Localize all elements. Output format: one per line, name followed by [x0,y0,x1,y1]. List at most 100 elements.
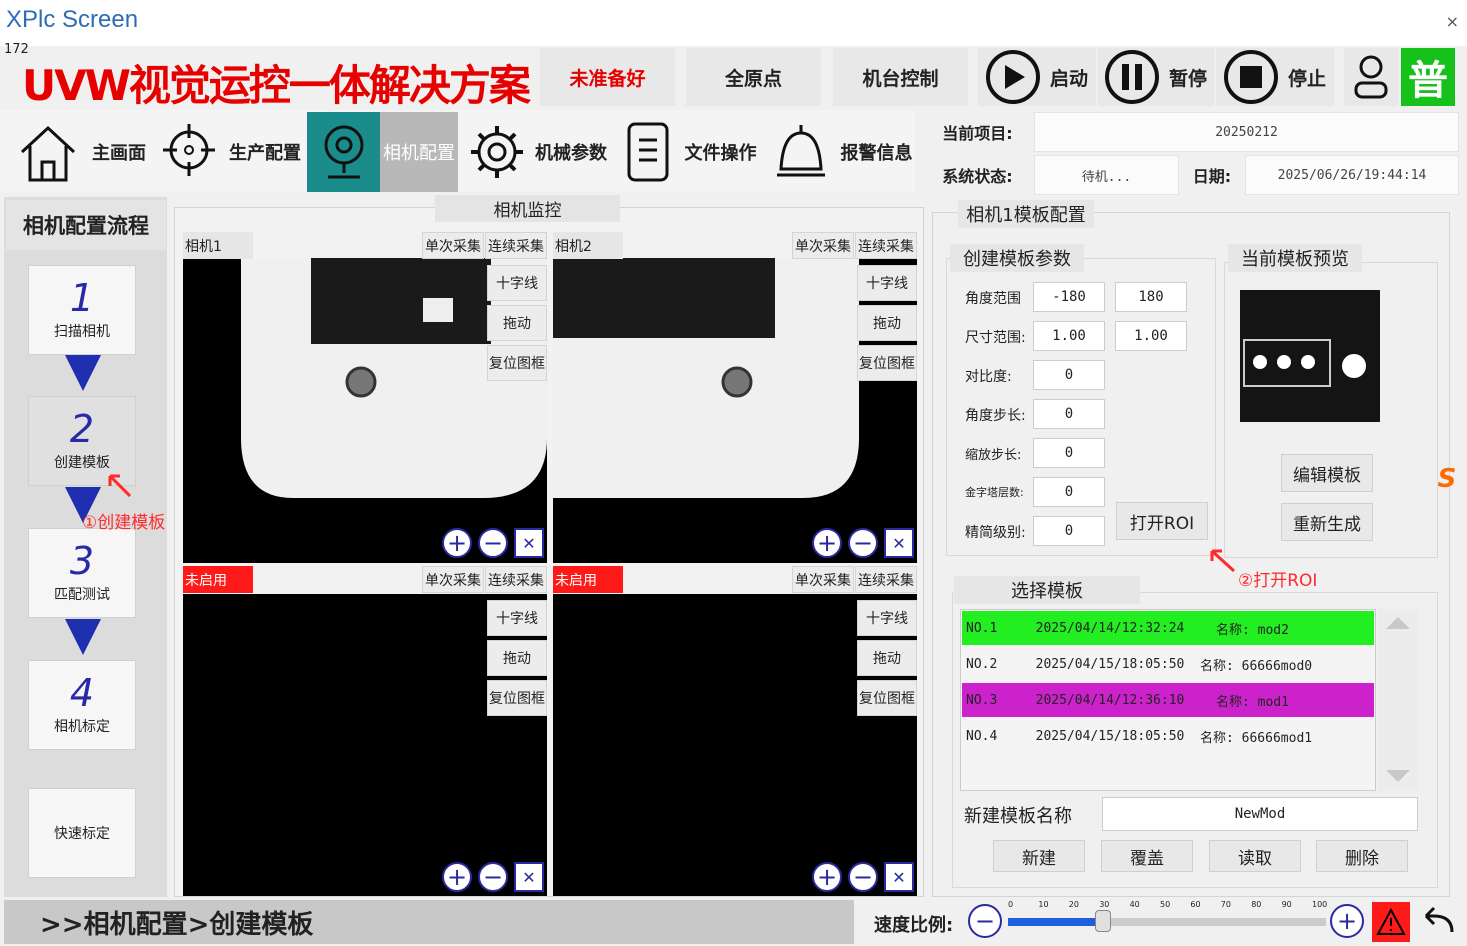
continuous-capture-button[interactable]: 连续采集 [855,232,917,259]
user-icon [1354,55,1388,99]
stop-button[interactable]: 停止 [1216,48,1334,106]
scale-step-label: 缩放步长: [965,448,1022,463]
regenerate-button[interactable]: 重新生成 [1281,503,1373,541]
zoom-out-icon[interactable]: − [848,862,878,892]
single-capture-button[interactable]: 单次采集 [792,566,854,593]
crosshair-button[interactable]: 十字线 [857,600,917,636]
zoom-in-icon[interactable]: + [812,862,842,892]
scale-min-field[interactable]: 1.00 [1033,321,1105,351]
delete-button[interactable]: 删除 [1316,840,1408,872]
reset-frame-button[interactable]: 复位图框 [487,680,547,716]
continuous-capture-button[interactable]: 连续采集 [485,566,547,593]
single-capture-button[interactable]: 单次采集 [422,232,484,259]
speed-increase-icon[interactable]: + [1330,904,1364,938]
camera-4-label: 未启用 [553,566,623,593]
nav-file[interactable]: 文件操作 [618,114,763,190]
home-all-button[interactable]: 全原点 [686,48,821,106]
new-name-label: 新建模板名称 [964,806,1072,827]
step-camera-calibration[interactable]: 4 相机标定 [28,660,136,750]
overwrite-button[interactable]: 覆盖 [1101,840,1193,872]
pyramid-field[interactable]: 0 [1033,477,1105,507]
close-icon[interactable]: × [1446,12,1459,31]
scale-step-field[interactable]: 0 [1033,438,1105,468]
scale-max-field[interactable]: 1.00 [1115,321,1187,351]
pause-label: 暂停 [1168,67,1207,90]
reset-frame-button[interactable]: 复位图框 [857,680,917,716]
scale-range-label: 尺寸范围: [965,330,1026,346]
scroll-down-icon[interactable] [1386,770,1410,782]
camera-2-view[interactable] [553,258,917,563]
new-button[interactable]: 新建 [993,840,1085,872]
nav-alarm[interactable]: 报警信息 [770,114,915,190]
edit-template-button[interactable]: 编辑模板 [1281,454,1373,492]
nav-production-label: 生产配置 [229,143,301,164]
list-item[interactable]: NO.4 2025/04/15/18:05:50 名称: 66666mod1 [962,719,1374,753]
list-scrollbar[interactable] [1378,609,1418,791]
angle-step-field[interactable]: 0 [1033,399,1105,429]
nav-home[interactable]: 主画面 [6,114,156,190]
camera-1-view[interactable] [183,258,547,563]
back-icon[interactable] [1420,904,1456,938]
new-name-input[interactable]: NewMod [1102,797,1418,831]
open-roi-button[interactable]: 打开ROI [1116,502,1208,540]
read-button[interactable]: 读取 [1209,840,1301,872]
fit-screen-icon[interactable]: ✕ [884,862,914,892]
zoom-out-icon[interactable]: − [478,862,508,892]
params-title: 创建模板参数 [950,244,1084,272]
pause-icon [1104,50,1159,104]
start-button[interactable]: 启动 [978,48,1096,106]
user-button[interactable] [1344,48,1398,106]
crosshair-button[interactable]: 十字线 [487,600,547,636]
crosshair-button[interactable]: 十字线 [857,265,917,301]
pause-button[interactable]: 暂停 [1098,48,1214,106]
drag-button[interactable]: 拖动 [857,305,917,341]
row-no: NO.2 [966,656,998,672]
zoom-out-icon[interactable]: − [848,528,878,558]
precision-field[interactable]: 0 [1033,516,1105,546]
camera-2-label: 相机2 [553,232,623,259]
single-capture-button[interactable]: 单次采集 [422,566,484,593]
step-match-test[interactable]: 3 匹配测试 [28,528,136,618]
angle-min-field[interactable]: -180 [1033,282,1105,312]
reset-frame-button[interactable]: 复位图框 [487,345,547,381]
quick-calibration-button[interactable]: 快速标定 [28,788,136,878]
arrow-down-icon [65,619,101,655]
drag-button[interactable]: 拖动 [857,640,917,676]
nav-mechanical[interactable]: 机械参数 [462,114,612,190]
machine-control-button[interactable]: 机台控制 [833,48,968,106]
annotation-arrow-icon [1210,549,1236,573]
nav-camera-config[interactable]: 相机配置 [380,112,458,192]
reset-frame-button[interactable]: 复位图框 [857,345,917,381]
alarm-warning-icon[interactable] [1372,902,1410,942]
zoom-in-icon[interactable]: + [442,528,472,558]
slider-thumb[interactable] [1095,910,1112,932]
contrast-label: 对比度: [965,369,1012,385]
zoom-in-icon[interactable]: + [442,862,472,892]
scroll-up-icon[interactable] [1386,617,1410,629]
fit-screen-icon[interactable]: ✕ [514,528,544,558]
crosshair-button[interactable]: 十字线 [487,265,547,301]
fit-screen-icon[interactable]: ✕ [514,862,544,892]
list-item[interactable]: NO.2 2025/04/15/18:05:50 名称: 66666mod0 [962,647,1374,681]
zoom-in-icon[interactable]: + [812,528,842,558]
step-number: 3 [69,539,95,583]
nav-camera-icon-tile[interactable] [307,112,380,192]
zoom-out-icon[interactable]: − [478,528,508,558]
single-capture-button[interactable]: 单次采集 [792,232,854,259]
continuous-capture-button[interactable]: 连续采集 [485,232,547,259]
list-item[interactable]: NO.1 2025/04/14/12:32:24 名称: mod2 [962,611,1374,645]
angle-max-field[interactable]: 180 [1115,282,1187,312]
drag-button[interactable]: 拖动 [487,640,547,676]
speed-decrease-icon[interactable]: − [968,904,1002,938]
nav-production[interactable]: 生产配置 [158,114,304,190]
speed-ticks: 0 10 20 30 40 50 60 70 80 90 100 [1008,900,1327,914]
angle-range-label: 角度范围 [965,291,1021,307]
continuous-capture-button[interactable]: 连续采集 [855,566,917,593]
date-label: 日期: [1192,167,1232,186]
list-item[interactable]: NO.3 2025/04/14/12:36:10 名称: mod1 [962,683,1374,717]
drag-button[interactable]: 拖动 [487,305,547,341]
contrast-field[interactable]: 0 [1033,360,1105,390]
speed-slider[interactable]: 0 10 20 30 40 50 60 70 80 90 100 [1008,900,1327,940]
fit-screen-icon[interactable]: ✕ [884,528,914,558]
step-scan-camera[interactable]: 1 扫描相机 [28,265,136,355]
